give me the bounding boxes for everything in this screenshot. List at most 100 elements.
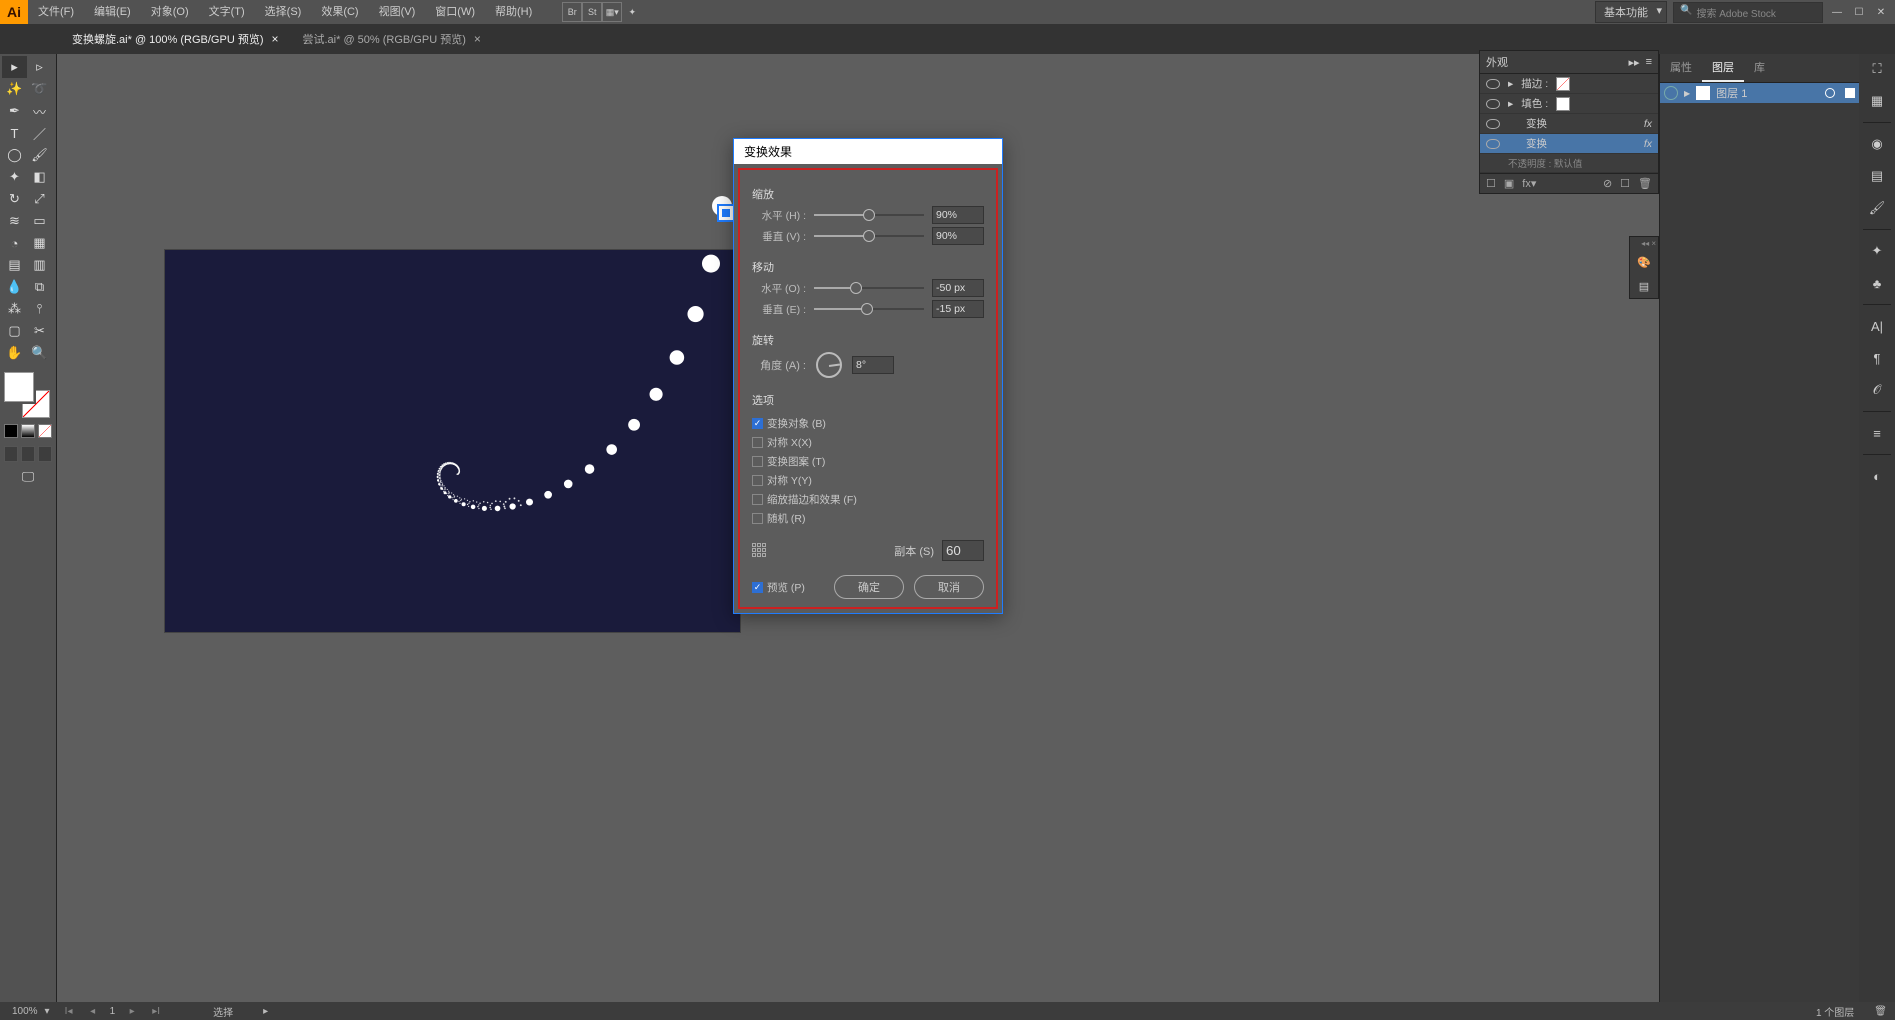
bridge-icon[interactable]: Br: [562, 2, 582, 22]
minimize-button[interactable]: —: [1829, 4, 1845, 20]
scale-v-value[interactable]: 90%: [932, 227, 984, 245]
opentype-icon[interactable]: 𝒪: [1866, 379, 1888, 401]
eye-icon[interactable]: [1486, 119, 1500, 129]
menu-object[interactable]: 对象(O): [141, 0, 199, 24]
graph-tool[interactable]: ⫯: [27, 298, 52, 320]
curvature-tool[interactable]: 〰: [27, 100, 52, 122]
chevron-right-icon[interactable]: ▸: [1508, 98, 1513, 110]
close-icon[interactable]: ×: [474, 32, 481, 46]
preview-checkbox[interactable]: ✓预览 (P): [752, 580, 805, 595]
gradient-mode[interactable]: [21, 424, 35, 438]
gradient-tool[interactable]: ▥: [27, 254, 52, 276]
libraries-icon[interactable]: ▦: [1866, 90, 1888, 112]
cancel-button[interactable]: 取消: [914, 575, 984, 599]
search-stock-input[interactable]: 🔍搜索 Adobe Stock: [1673, 2, 1823, 23]
fill-swatch[interactable]: [1556, 97, 1570, 111]
appearance-opacity-row[interactable]: 不透明度 : 默认值: [1480, 154, 1658, 173]
move-h-value[interactable]: -50 px: [932, 279, 984, 297]
blend-tool[interactable]: ⧉: [27, 276, 52, 298]
zoom-tool[interactable]: 🔍: [27, 342, 52, 364]
chevron-right-icon[interactable]: ▸: [1508, 78, 1513, 90]
tab-libraries[interactable]: 库: [1744, 54, 1775, 82]
trash-icon[interactable]: 🗑: [1638, 177, 1652, 190]
none-mode[interactable]: [38, 424, 52, 438]
draw-behind[interactable]: [21, 446, 35, 462]
menu-file[interactable]: 文件(F): [28, 0, 84, 24]
angle-dial[interactable]: [816, 352, 842, 378]
eye-icon[interactable]: [1486, 79, 1500, 89]
tab-layers[interactable]: 图层: [1702, 54, 1744, 82]
shaper-tool[interactable]: ✦: [2, 166, 27, 188]
workspace-switcher[interactable]: 基本功能: [1595, 1, 1667, 23]
close-button[interactable]: ✕: [1873, 4, 1889, 20]
fill-swatch[interactable]: [4, 372, 34, 402]
hand-tool[interactable]: ✋: [2, 342, 27, 364]
opt-random[interactable]: 随机 (R): [752, 511, 864, 526]
prev-page-button[interactable]: ◂: [86, 1006, 100, 1017]
pen-tool[interactable]: ✒: [2, 100, 27, 122]
opt-transform-patterns[interactable]: 变换图案 (T): [752, 454, 864, 469]
move-v-value[interactable]: -15 px: [932, 300, 984, 318]
ellipse-tool[interactable]: ◯: [2, 144, 27, 166]
opt-transform-objects[interactable]: ✓变换对象 (B): [752, 416, 864, 431]
slice-tool[interactable]: ✂: [27, 320, 52, 342]
brushes-icon[interactable]: 🖌: [1866, 197, 1888, 219]
page-number[interactable]: 1: [110, 1006, 116, 1017]
opt-reflect-x[interactable]: 对称 X(X): [752, 435, 864, 450]
fill-stroke-swatches[interactable]: [4, 372, 50, 418]
magic-wand-tool[interactable]: ✨: [2, 78, 27, 100]
symbol-sprayer-tool[interactable]: ⁂: [2, 298, 27, 320]
visibility-toggle[interactable]: [1664, 86, 1678, 100]
direct-selection-tool[interactable]: ▹: [27, 56, 52, 78]
color-palette-icon[interactable]: 🎨: [1634, 252, 1654, 272]
document-tab[interactable]: 尝试.ai* @ 50% (RGB/GPU 预览)×: [291, 25, 493, 53]
menu-effect[interactable]: 效果(C): [311, 0, 368, 24]
zoom-select[interactable]: 100%: [8, 1006, 52, 1017]
lasso-tool[interactable]: ➰: [27, 78, 52, 100]
eyedropper-tool[interactable]: 💧: [2, 276, 27, 298]
last-page-button[interactable]: ▸I: [149, 1006, 163, 1017]
move-h-slider[interactable]: [814, 287, 924, 289]
target-icon[interactable]: [1825, 88, 1835, 98]
clear-icon[interactable]: ⊘: [1603, 177, 1612, 190]
next-page-button[interactable]: ▸: [125, 1006, 139, 1017]
type-tool[interactable]: T: [2, 122, 27, 144]
tab-properties[interactable]: 属性: [1660, 54, 1702, 82]
ok-button[interactable]: 确定: [834, 575, 904, 599]
appearance-row-transform[interactable]: 变换 fx: [1480, 114, 1658, 134]
appearance-row-stroke[interactable]: ▸ 描边 :: [1480, 74, 1658, 94]
menu-window[interactable]: 窗口(W): [425, 0, 485, 24]
opt-scale-strokes[interactable]: 缩放描边和效果 (F): [752, 492, 864, 507]
paintbrush-tool[interactable]: 🖌: [27, 144, 52, 166]
line-tool[interactable]: ／: [27, 122, 52, 144]
menu-type[interactable]: 文字(T): [199, 0, 255, 24]
draw-inside[interactable]: [38, 446, 52, 462]
free-transform-tool[interactable]: ▭: [27, 210, 52, 232]
shape-builder-tool[interactable]: ◔: [2, 232, 27, 254]
screen-mode[interactable]: 🖵: [0, 466, 56, 488]
fx-menu-icon[interactable]: fx▾: [1522, 177, 1536, 190]
stroke-icon[interactable]: ♣: [1866, 272, 1888, 294]
document-tab[interactable]: 变换螺旋.ai* @ 100% (RGB/GPU 预览)×: [60, 25, 291, 53]
scale-tool[interactable]: ⤢: [27, 188, 52, 210]
color-icon[interactable]: ◉: [1866, 133, 1888, 155]
draw-normal[interactable]: [4, 446, 18, 462]
scale-h-value[interactable]: 90%: [932, 206, 984, 224]
asset-icon[interactable]: ▤: [1634, 276, 1654, 296]
stock-icon[interactable]: St: [582, 2, 602, 22]
artboard-tool[interactable]: ▢: [2, 320, 27, 342]
selection-tool[interactable]: ▸: [2, 56, 27, 78]
eraser-tool[interactable]: ◧: [27, 166, 52, 188]
chevron-right-icon[interactable]: ▶: [1684, 89, 1690, 98]
rotate-tool[interactable]: ↻: [2, 188, 27, 210]
opt-reflect-y[interactable]: 对称 Y(Y): [752, 473, 864, 488]
appearance-row-transform[interactable]: 变换 fx: [1480, 134, 1658, 154]
panel-menu-icon[interactable]: ≡: [1646, 56, 1652, 68]
trash-icon[interactable]: 🗑: [1874, 1006, 1887, 1017]
eye-icon[interactable]: [1486, 139, 1500, 149]
char-icon[interactable]: A|: [1866, 315, 1888, 337]
angle-value[interactable]: 8°: [852, 356, 894, 374]
scale-h-slider[interactable]: [814, 214, 924, 216]
appearance-row-fill[interactable]: ▸ 填色 :: [1480, 94, 1658, 114]
stroke-swatch[interactable]: [1556, 77, 1570, 91]
